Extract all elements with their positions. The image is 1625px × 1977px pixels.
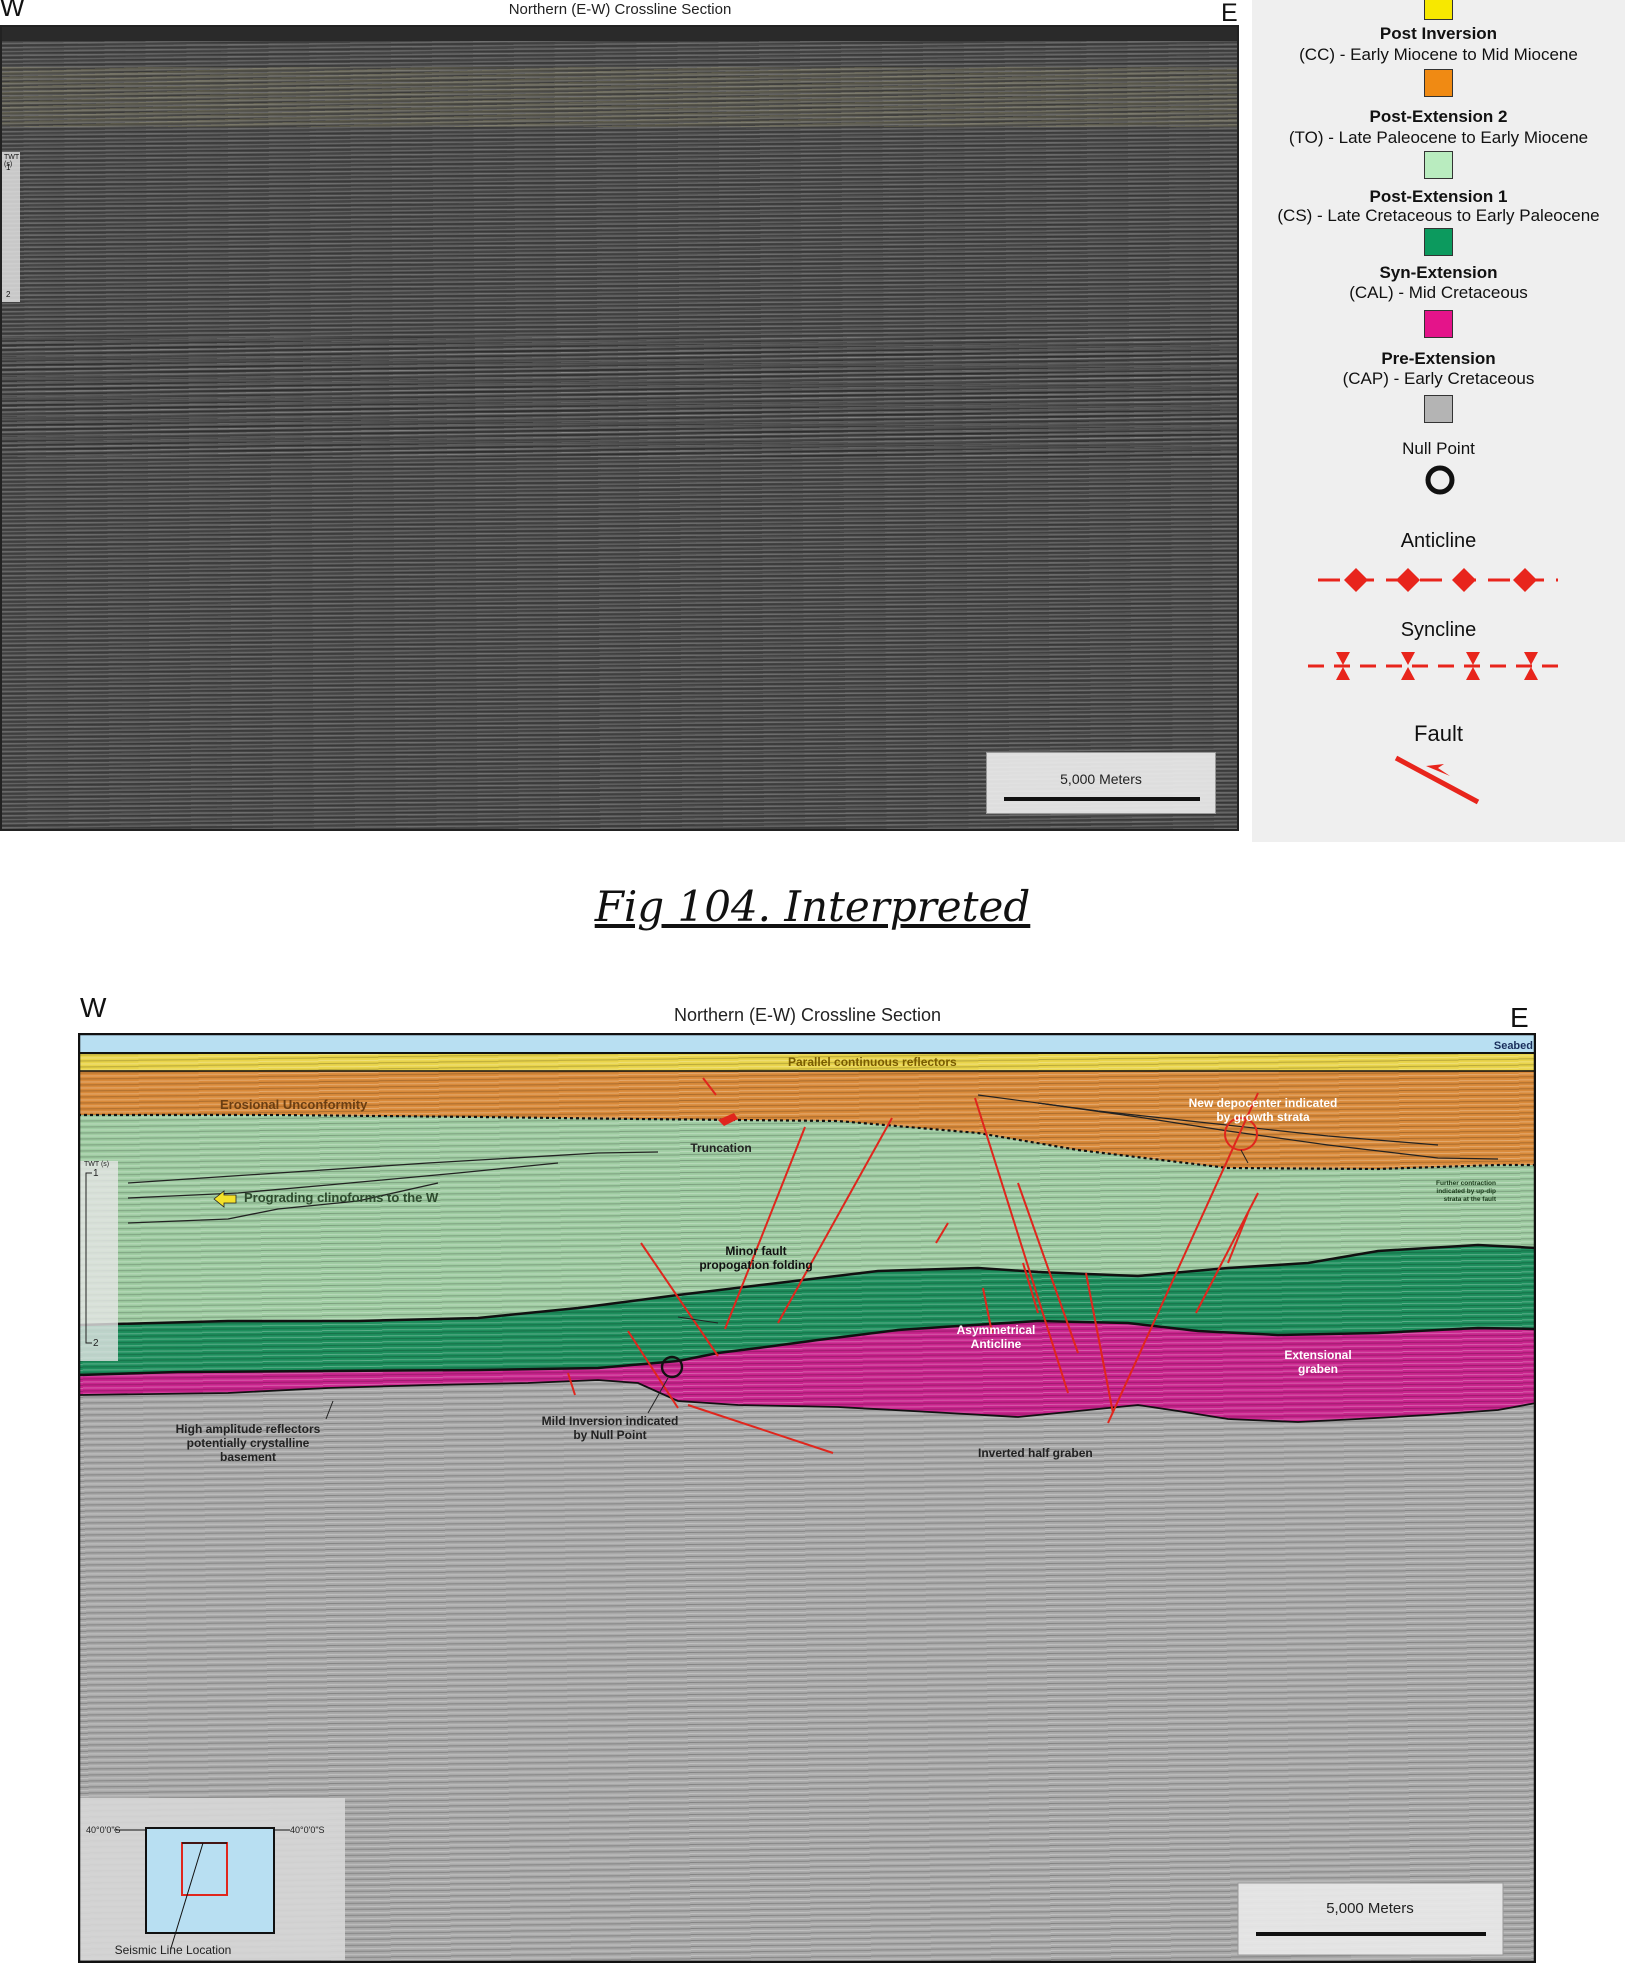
legend-sub-post-extension-2: (TO) - Late Paleocene to Early Miocene (1288, 128, 1589, 147)
top-scale-bar (1004, 797, 1200, 801)
truncation-label: Truncation (690, 1141, 751, 1155)
scale-bar (1256, 1932, 1486, 1936)
swatch-pre-extension (1424, 310, 1453, 338)
scale-box-background (1237, 1882, 1504, 1956)
legend-title-post-inversion: Post Inversion (1379, 24, 1498, 43)
new-depocenter-label-2: by growth strata (1216, 1110, 1310, 1124)
top-west-label: W (0, 0, 25, 22)
legend-title-syn-extension: Syn-Extension (1379, 263, 1498, 282)
top-twt-tick-2: 2 (6, 290, 11, 299)
asymmetrical-anticline-label-2: Anticline (971, 1337, 1022, 1351)
legend-sub-post-inversion: (CC) - Early Miocene to Mid Miocene (1299, 45, 1578, 64)
top-seismic-image: TWT (s) 1 2 5,000 Meters (0, 25, 1239, 831)
legend-title-post-extension-1: Post-Extension 1 (1369, 187, 1508, 206)
legend-syncline-label: Syncline (1400, 619, 1477, 641)
seabed-label: Seabed (1494, 1040, 1533, 1052)
new-depocenter-label-1: New depocenter indicated (1189, 1096, 1338, 1110)
asymmetrical-anticline-label-1: Asymmetrical (957, 1323, 1036, 1337)
minor-fault-label-1: Minor fault (725, 1244, 786, 1258)
bottom-scale-box: 5,000 Meters (1237, 1882, 1504, 1956)
erosional-unconformity-label: Erosional Unconformity (220, 1097, 368, 1112)
inverted-half-graben-label: Inverted half graben (978, 1446, 1093, 1460)
top-seismic-section: Northern (E-W) Crossline Section W E TWT… (0, 0, 1240, 835)
bottom-west-label: W (80, 992, 107, 1023)
anticline-symbol-icon (1318, 568, 1558, 592)
legend-sub-syn-extension: (CAL) - Mid Cretaceous (1349, 283, 1528, 302)
legend-fault-label: Fault (1414, 721, 1463, 746)
top-strong-reflector-band (2, 337, 1237, 457)
figure-caption: Fig 104. Interpreted (594, 882, 1031, 931)
parallel-reflectors-label: Parallel continuous reflectors (788, 1055, 957, 1069)
legend-title-post-extension-2: Post-Extension 2 (1369, 107, 1508, 126)
top-section-title: Northern (E-W) Crossline Section (508, 1, 732, 18)
location-inset-map: 40°0'0"S 40°0'0"S Seismic Line Location (80, 1798, 345, 1960)
swatch-post-inversion (1424, 0, 1453, 20)
inset-lat-left: 40°0'0"S (86, 1825, 121, 1835)
twt-tick-2: 2 (93, 1338, 99, 1349)
further-contraction-label-2: indicated by up-dip (1436, 1188, 1496, 1195)
legend-sub-post-extension-1: (CS) - Late Cretaceous to Early Paleocen… (1277, 206, 1600, 225)
swatch-basement (1424, 395, 1453, 423)
bottom-east-label: E (1510, 1002, 1529, 1033)
mild-inversion-label-2: by Null Point (573, 1428, 646, 1442)
legend-sub-pre-extension: (CAP) - Early Cretaceous (1342, 369, 1535, 388)
legend-null-point-label: Null Point (1402, 439, 1475, 458)
top-scale-label: 5,000 Meters (1060, 771, 1142, 787)
top-reflector-band (2, 67, 1237, 127)
top-seabed-band (2, 27, 1237, 41)
scale-label: 5,000 Meters (1326, 1900, 1414, 1917)
inset-lat-right: 40°0'0"S (290, 1825, 325, 1835)
mild-inversion-label-1: Mild Inversion indicated (542, 1414, 679, 1428)
extensional-graben-label-1: Extensional (1284, 1348, 1351, 1362)
further-contraction-label-1: Further contraction (1436, 1180, 1496, 1187)
high-amplitude-label-1: High amplitude reflectors (176, 1422, 321, 1436)
twt-tick-1: 1 (93, 1168, 99, 1179)
swatch-syn-extension (1424, 228, 1453, 256)
twt-axis-label: TWT (s) (84, 1161, 109, 1168)
top-scale-box: 5,000 Meters (986, 752, 1216, 814)
minor-fault-label-2: propogation folding (699, 1258, 812, 1272)
high-amplitude-label-3: basement (220, 1450, 276, 1464)
swatch-post-extension-2 (1424, 69, 1453, 97)
swatch-post-extension-1 (1424, 151, 1453, 179)
fault-symbol-icon (1394, 755, 1480, 805)
prograding-clinoforms-label: Prograding clinoforms to the W (244, 1190, 439, 1205)
inset-caption: Seismic Line Location (115, 1943, 232, 1957)
legend-anticline-label: Anticline (1400, 530, 1477, 552)
interpreted-cross-section: TWT (s) 1 2 Seabed Parallel continuous r… (78, 1033, 1536, 1963)
legend-panel: Post Inversion (CC) - Early Miocene to M… (1252, 0, 1625, 842)
bottom-section-title: Northern (E-W) Crossline Section (673, 1005, 942, 1025)
legend-title-pre-extension: Pre-Extension (1381, 349, 1496, 368)
high-amplitude-label-2: potentially crystalline (187, 1436, 310, 1450)
sea-layer (80, 1035, 1534, 1053)
null-point-icon (1425, 465, 1455, 495)
bottom-interpreted-section: Northern (E-W) Crossline Section W E TWT… (0, 985, 1625, 1977)
further-contraction-label-3: strata at the fault (1444, 1196, 1497, 1203)
top-twt-axis: TWT (s) 1 2 (2, 152, 20, 302)
syncline-symbol-icon (1308, 652, 1558, 680)
top-twt-tick-1: 1 (6, 163, 11, 172)
top-east-label: E (1221, 0, 1238, 27)
extensional-graben-label-2: graben (1298, 1362, 1338, 1376)
